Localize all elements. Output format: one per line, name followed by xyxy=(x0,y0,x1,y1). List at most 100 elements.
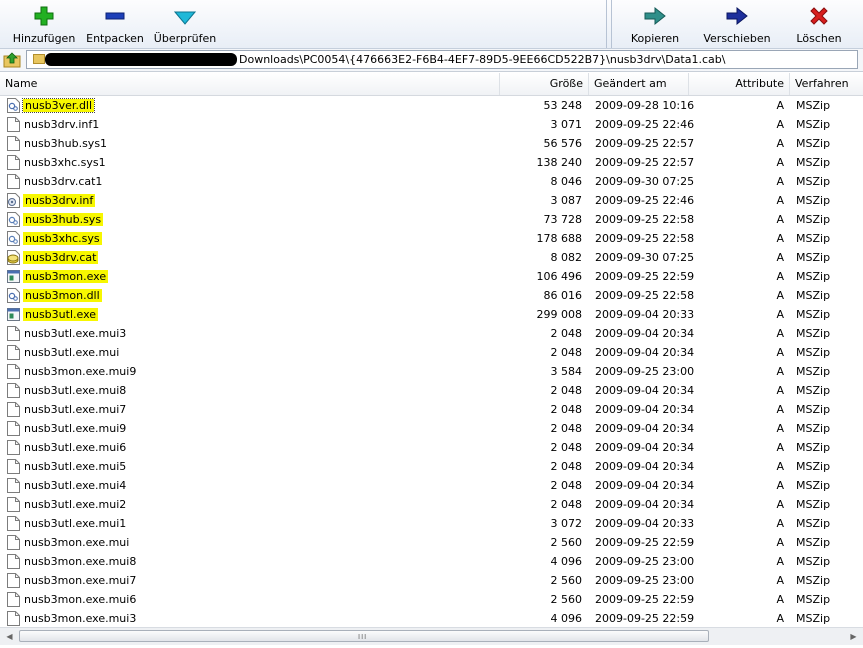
file-date-cell: 2009-09-25 22:46 xyxy=(595,194,695,207)
table-row[interactable]: nusb3drv.inf1 3 071 2009-09-25 22:46 A MSZip xyxy=(0,115,863,134)
table-row[interactable]: nusb3mon.exe.mui 2 560 2009-09-25 22:59 A MS… xyxy=(0,533,863,552)
table-row[interactable]: nusb3hub.sys 73 728 2009-09-25 22:58 A MSZip xyxy=(0,210,863,229)
toolbar-right-group: Kopieren Verschieben Löschen xyxy=(612,0,862,48)
file-name-cell: nusb3drv.inf xyxy=(23,191,96,210)
file-name-cell: nusb3utl.exe.mui5 xyxy=(24,460,127,473)
file-method-cell: MSZip xyxy=(796,593,831,606)
file-method-cell: MSZip xyxy=(796,251,831,264)
table-row[interactable]: nusb3mon.exe.mui8 4 096 2009-09-25 23:00 A M… xyxy=(0,552,863,571)
file-size-cell: 2 048 xyxy=(550,441,583,454)
file-method-cell: MSZip xyxy=(796,479,831,492)
toolbar-left-group: Hinzufügen Entpacken Überprüfen xyxy=(4,0,224,48)
table-row[interactable]: nusb3xhc.sys1 138 240 2009-09-25 22:57 A MSZ… xyxy=(0,153,863,172)
table-row[interactable]: nusb3mon.exe 106 496 2009-09-25 22:59 A MSZi… xyxy=(0,267,863,286)
file-method-cell: MSZip xyxy=(796,574,831,587)
file-method-cell: MSZip xyxy=(796,555,831,568)
table-row[interactable]: nusb3utl.exe.mui4 2 048 2009-09-04 20:34 A M… xyxy=(0,476,863,495)
file-method-cell: MSZip xyxy=(796,403,831,416)
file-attributes-cell: A xyxy=(776,346,784,359)
file-date-cell: 2009-09-28 10:16 xyxy=(595,99,695,112)
table-row[interactable]: nusb3utl.exe.mui8 2 048 2009-09-04 20:34 A M… xyxy=(0,381,863,400)
file-method-cell: MSZip xyxy=(796,327,831,340)
table-row[interactable]: nusb3utl.exe.mui1 3 072 2009-09-04 20:33 A M… xyxy=(0,514,863,533)
move-button-label: Verschieben xyxy=(703,32,771,45)
table-row[interactable]: nusb3mon.exe.mui6 2 560 2009-09-25 22:59 A M… xyxy=(0,590,863,609)
file-attributes-cell: A xyxy=(776,156,784,169)
file-attributes-cell: A xyxy=(776,251,784,264)
table-row[interactable]: nusb3utl.exe.mui9 2 048 2009-09-04 20:34 A M… xyxy=(0,419,863,438)
file-name-cell: nusb3hub.sys1 xyxy=(24,137,108,150)
file-icon xyxy=(7,573,20,588)
table-row[interactable]: nusb3utl.exe.mui6 2 048 2009-09-04 20:34 A M… xyxy=(0,438,863,457)
delete-button[interactable]: Löschen xyxy=(776,0,862,48)
table-row[interactable]: nusb3hub.sys1 56 576 2009-09-25 22:57 A MSZi… xyxy=(0,134,863,153)
file-name-cell: nusb3utl.exe xyxy=(23,305,99,324)
scrollbar-thumb[interactable]: III xyxy=(19,630,709,642)
address-input[interactable]: Downloads\PC0054\{476663E2-F6B4-4EF7-89D… xyxy=(26,50,858,69)
table-row[interactable]: nusb3utl.exe 299 008 2009-09-04 20:33 A MSZi… xyxy=(0,305,863,324)
column-attributes-header[interactable]: Attribute xyxy=(689,73,790,95)
table-row[interactable]: nusb3xhc.sys 178 688 2009-09-25 22:58 A MSZi… xyxy=(0,229,863,248)
file-icon xyxy=(7,383,20,398)
sys-icon xyxy=(7,212,20,227)
extract-button[interactable]: Entpacken xyxy=(84,0,146,48)
column-method-header[interactable]: Verfahren xyxy=(790,73,863,95)
file-date-cell: 2009-09-04 20:34 xyxy=(595,422,695,435)
table-row[interactable]: nusb3mon.exe.mui7 2 560 2009-09-25 23:00 A M… xyxy=(0,571,863,590)
table-row[interactable]: nusb3utl.exe.mui5 2 048 2009-09-04 20:34 A M… xyxy=(0,457,863,476)
file-name-cell: nusb3drv.cat xyxy=(23,248,99,267)
file-size-cell: 2 048 xyxy=(550,498,583,511)
scroll-right-arrow-icon[interactable]: ▶ xyxy=(845,628,862,645)
file-icon xyxy=(7,554,20,569)
file-method-cell: MSZip xyxy=(796,384,831,397)
file-list: nusb3ver.dll 53 248 2009-09-28 10:16 A MSZip… xyxy=(0,96,863,627)
file-method-cell: MSZip xyxy=(796,422,831,435)
file-method-cell: MSZip xyxy=(796,270,831,283)
highlighted-file-name: nusb3mon.dll xyxy=(23,289,102,302)
table-row[interactable]: nusb3mon.exe.mui9 3 584 2009-09-25 23:00 A M… xyxy=(0,362,863,381)
table-row[interactable]: nusb3utl.exe.mui2 2 048 2009-09-04 20:34 A M… xyxy=(0,495,863,514)
table-row[interactable]: nusb3utl.exe.mui 2 048 2009-09-04 20:34 A MS… xyxy=(0,343,863,362)
file-date-cell: 2009-09-25 22:59 xyxy=(595,536,695,549)
folder-icon xyxy=(33,54,45,64)
file-name-cell: nusb3utl.exe.mui3 xyxy=(24,327,127,340)
file-icon xyxy=(7,136,20,151)
table-row[interactable]: nusb3utl.exe.mui3 2 048 2009-09-04 20:34 A M… xyxy=(0,324,863,343)
folder-up-button[interactable] xyxy=(2,51,22,69)
table-row[interactable]: nusb3drv.cat 8 082 2009-09-30 07:25 A MSZip xyxy=(0,248,863,267)
column-name-header[interactable]: Name xyxy=(0,73,500,95)
column-date-header[interactable]: Geändert am xyxy=(589,73,689,95)
table-row[interactable]: nusb3mon.exe.mui3 4 096 2009-09-25 22:59 A M… xyxy=(0,609,863,627)
copy-button[interactable]: Kopieren xyxy=(612,0,698,48)
file-method-cell: MSZip xyxy=(796,365,831,378)
file-size-cell: 2 560 xyxy=(550,574,583,587)
file-attributes-cell: A xyxy=(776,517,784,530)
test-button[interactable]: Überprüfen xyxy=(146,0,224,48)
file-method-cell: MSZip xyxy=(796,137,831,150)
file-size-cell: 8 082 xyxy=(550,251,583,264)
file-name-cell: nusb3utl.exe.mui1 xyxy=(24,517,127,530)
column-size-header[interactable]: Größe xyxy=(500,73,589,95)
file-method-cell: MSZip xyxy=(796,498,831,511)
file-icon xyxy=(7,155,20,170)
table-row[interactable]: nusb3drv.inf 3 087 2009-09-25 22:46 A MSZip xyxy=(0,191,863,210)
table-row[interactable]: nusb3mon.dll 86 016 2009-09-25 22:58 A MSZip xyxy=(0,286,863,305)
scroll-left-arrow-icon[interactable]: ◀ xyxy=(1,628,18,645)
file-size-cell: 4 096 xyxy=(550,612,583,625)
file-icon xyxy=(7,421,20,436)
exe-icon xyxy=(7,307,20,322)
horizontal-scrollbar[interactable]: ◀ III ▶ xyxy=(0,627,863,645)
file-size-cell: 8 046 xyxy=(550,175,583,188)
file-method-cell: MSZip xyxy=(796,612,831,625)
table-row[interactable]: nusb3utl.exe.mui7 2 048 2009-09-04 20:34 A M… xyxy=(0,400,863,419)
file-size-cell: 2 048 xyxy=(550,422,583,435)
file-size-cell: 178 688 xyxy=(536,232,583,245)
file-method-cell: MSZip xyxy=(796,536,831,549)
move-button[interactable]: Verschieben xyxy=(698,0,776,48)
table-row[interactable]: nusb3drv.cat1 8 046 2009-09-30 07:25 A MSZip xyxy=(0,172,863,191)
file-date-cell: 2009-09-25 23:00 xyxy=(595,365,695,378)
file-method-cell: MSZip xyxy=(796,308,831,321)
table-row[interactable]: nusb3ver.dll 53 248 2009-09-28 10:16 A MSZip xyxy=(0,96,863,115)
file-date-cell: 2009-09-25 22:59 xyxy=(595,270,695,283)
add-button[interactable]: Hinzufügen xyxy=(4,0,84,48)
